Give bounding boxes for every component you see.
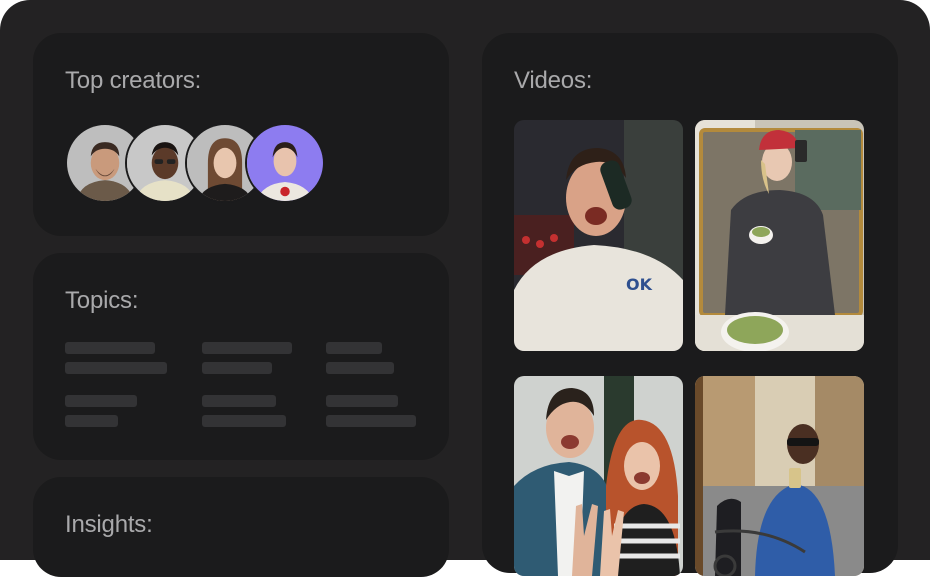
topic-placeholder-bar — [65, 342, 155, 354]
topics-title: Topics: — [65, 287, 139, 314]
insights-card: Insights: — [33, 477, 449, 577]
topic-placeholder-bar — [326, 415, 416, 427]
top-creators-title: Top creators: — [65, 67, 202, 94]
creator-avatar-4[interactable] — [245, 123, 325, 203]
topic-placeholder-bar — [202, 395, 276, 407]
insights-title: Insights: — [65, 511, 153, 538]
topic-placeholder-bar — [202, 362, 272, 374]
top-creators-card: Top creators: — [33, 33, 449, 236]
topic-placeholder-bar — [65, 395, 137, 407]
video-thumbnail-mirror-selfie[interactable] — [695, 120, 864, 351]
topic-placeholder-bar — [65, 415, 118, 427]
topic-placeholder-bar — [326, 342, 382, 354]
videos-card: Videos: OK — [482, 33, 898, 576]
svg-text:OK: OK — [626, 275, 653, 294]
video-thumbnail-friends-peace-sign[interactable] — [514, 376, 683, 576]
topic-placeholder-bar — [65, 362, 167, 374]
topic-placeholder-bar — [202, 415, 286, 427]
topic-placeholder-bar — [326, 395, 398, 407]
topic-placeholder-bar — [202, 342, 292, 354]
videos-title: Videos: — [514, 67, 593, 94]
video-thumbnail-street-mirror-selfie[interactable] — [695, 376, 864, 576]
video-thumbnail-party-selfie[interactable]: OK — [514, 120, 683, 351]
topics-card: Topics: — [33, 253, 449, 460]
topic-placeholder-bar — [326, 362, 394, 374]
